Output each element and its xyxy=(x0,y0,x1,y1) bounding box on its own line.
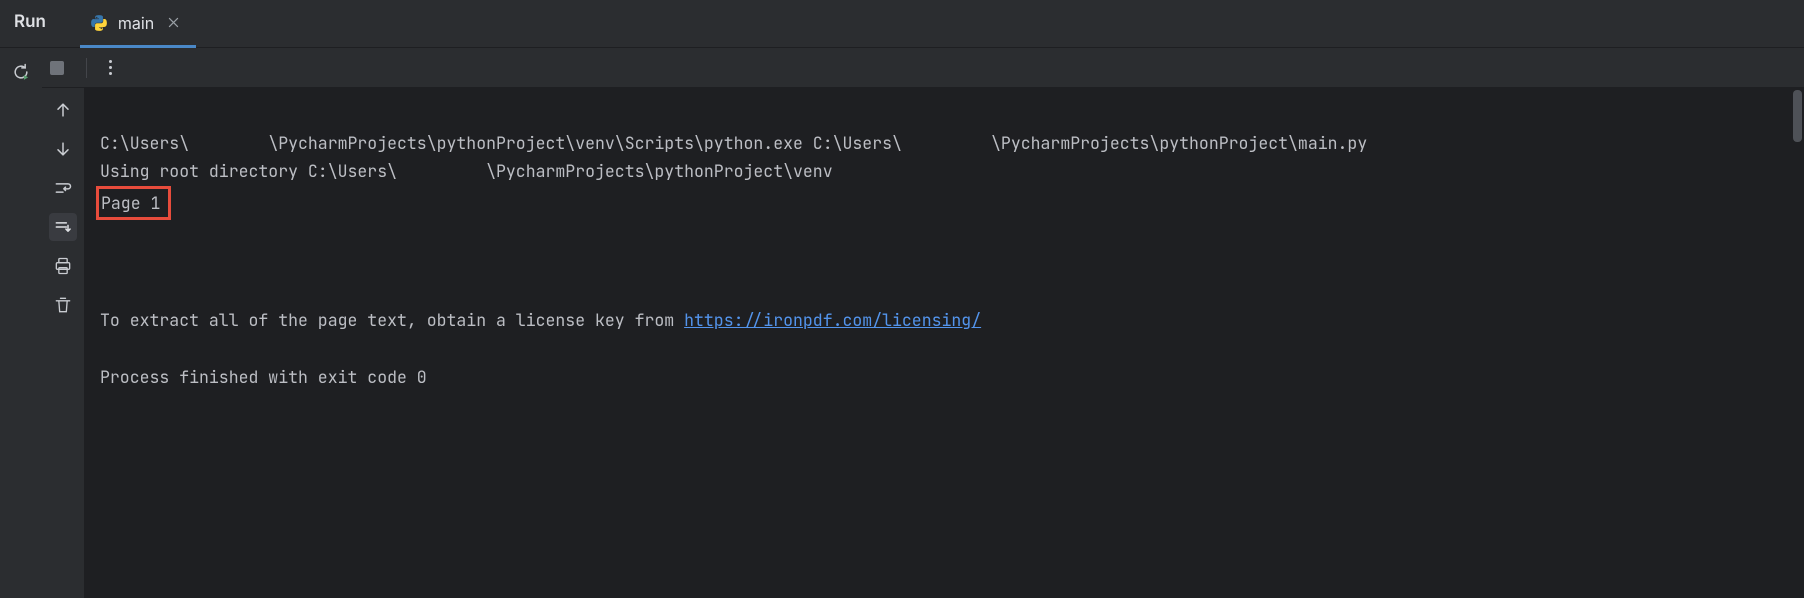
close-icon[interactable] xyxy=(164,14,182,32)
panel-top-bar: Run main xyxy=(0,0,1804,48)
dot-icon xyxy=(109,72,112,75)
run-sidebar xyxy=(0,48,42,598)
console-line: C:\Users\ \PycharmProjects\pythonProject… xyxy=(100,132,1377,154)
scroll-down-button[interactable] xyxy=(49,135,77,163)
console-line-highlighted: Page 1 xyxy=(100,192,171,214)
stop-icon xyxy=(50,61,64,75)
console-sidebar xyxy=(42,88,84,598)
vertical-scrollbar[interactable] xyxy=(1793,90,1802,142)
panel-body: C:\Users\ \PycharmProjects\pythonProject… xyxy=(0,48,1804,598)
text: \PycharmProjects\pythonProject\main.py xyxy=(991,132,1377,154)
dot-icon xyxy=(109,60,112,63)
text: Using root directory C:\Users\ xyxy=(100,160,397,182)
text: Page 1 xyxy=(101,192,160,214)
scroll-to-end-button[interactable] xyxy=(49,213,77,241)
content-wrap: C:\Users\ \PycharmProjects\pythonProject… xyxy=(42,48,1804,598)
text: To extract all of the page text, obtain … xyxy=(100,309,684,331)
python-icon xyxy=(90,14,108,32)
clear-button[interactable] xyxy=(49,291,77,319)
dot-icon xyxy=(109,66,112,69)
console-line: Using root directory C:\Users\ \PycharmP… xyxy=(100,160,833,182)
run-toolbar xyxy=(42,48,1804,88)
rerun-button[interactable] xyxy=(7,58,35,86)
print-button[interactable] xyxy=(49,252,77,280)
highlight-box: Page 1 xyxy=(96,186,171,221)
soft-wrap-button[interactable] xyxy=(49,174,77,202)
more-options-button[interactable] xyxy=(105,56,116,79)
scroll-up-button[interactable] xyxy=(49,96,77,124)
console-output[interactable]: C:\Users\ \PycharmProjects\pythonProject… xyxy=(84,88,1804,598)
text: \PycharmProjects\pythonProject\venv xyxy=(486,160,833,182)
separator xyxy=(86,58,87,78)
console-line: To extract all of the page text, obtain … xyxy=(100,309,981,331)
run-panel: Run main xyxy=(0,0,1804,598)
run-tab-label: main xyxy=(118,13,154,33)
text: \PycharmProjects\pythonProject\venv\Scri… xyxy=(268,132,902,154)
license-link[interactable]: https://ironpdf.com/licensing/ xyxy=(684,309,981,331)
stop-button[interactable] xyxy=(46,57,68,79)
console-exit-line: Process finished with exit code 0 xyxy=(100,366,427,388)
run-tab-main[interactable]: main xyxy=(80,0,196,48)
run-panel-title: Run xyxy=(14,0,80,32)
text: C:\Users\ xyxy=(100,132,189,154)
